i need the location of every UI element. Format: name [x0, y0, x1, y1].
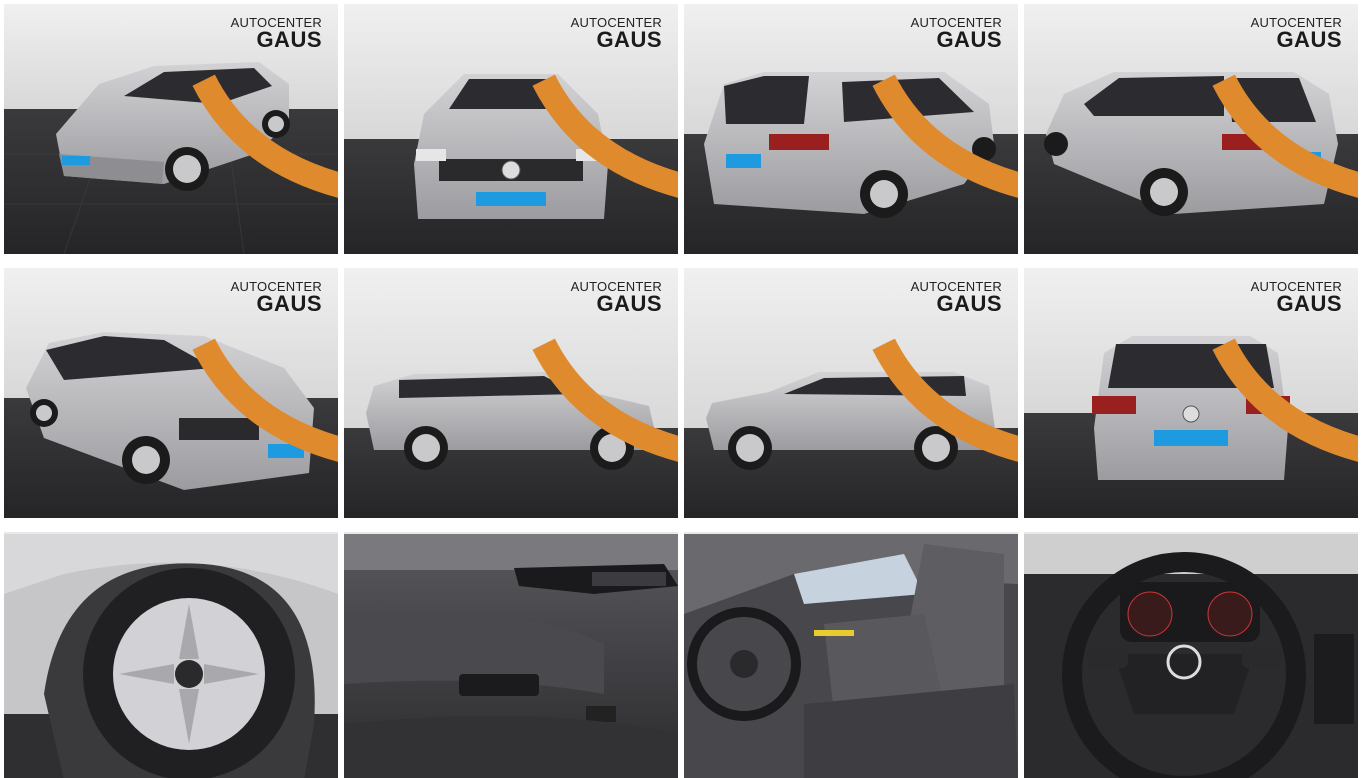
photo-thumbnail-7[interactable]: AUTOCENTER GAUS	[684, 268, 1018, 518]
photo-gallery: AUTOCENTER GAUS AUTOCENTER GAUS AUTOCENT…	[0, 0, 1365, 778]
dealer-logo: AUTOCENTER GAUS	[1212, 280, 1358, 462]
dealer-logo: AUTOCENTER GAUS	[532, 16, 678, 198]
photo-thumbnail-6[interactable]: AUTOCENTER GAUS	[344, 268, 678, 518]
dealer-logo: AUTOCENTER GAUS	[192, 16, 338, 198]
photo-thumbnail-12[interactable]	[1024, 532, 1358, 778]
photo-thumbnail-11[interactable]	[684, 532, 1018, 778]
dealer-logo: AUTOCENTER GAUS	[532, 280, 678, 462]
photo-thumbnail-10[interactable]	[344, 532, 678, 778]
photo-thumbnail-1[interactable]: AUTOCENTER GAUS	[4, 4, 338, 254]
photo-thumbnail-3[interactable]: AUTOCENTER GAUS	[684, 4, 1018, 254]
photo-thumbnail-8[interactable]: AUTOCENTER GAUS	[1024, 268, 1358, 518]
dealer-logo: AUTOCENTER GAUS	[1212, 16, 1358, 198]
dealer-logo: AUTOCENTER GAUS	[192, 280, 338, 462]
dealer-logo: AUTOCENTER GAUS	[872, 16, 1018, 198]
photo-thumbnail-4[interactable]: AUTOCENTER GAUS	[1024, 4, 1358, 254]
photo-thumbnail-2[interactable]: AUTOCENTER GAUS	[344, 4, 678, 254]
photo-thumbnail-5[interactable]: AUTOCENTER GAUS	[4, 268, 338, 518]
photo-thumbnail-9[interactable]	[4, 532, 338, 778]
dealer-logo: AUTOCENTER GAUS	[872, 280, 1018, 462]
